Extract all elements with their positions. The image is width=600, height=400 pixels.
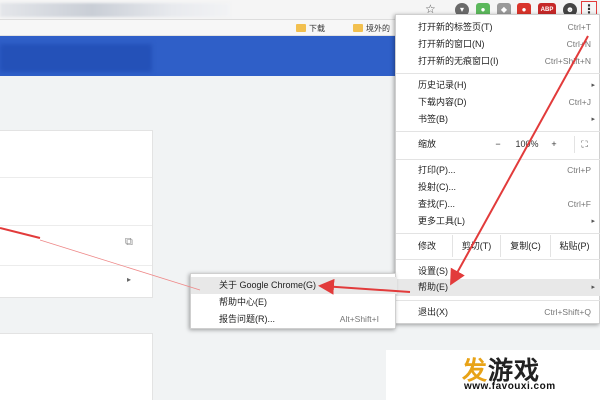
- menu-settings[interactable]: 设置(S): [396, 263, 600, 280]
- chevron-right-icon: ▸: [591, 284, 595, 291]
- menu-divider: [396, 300, 600, 301]
- card-row[interactable]: ▸: [0, 265, 152, 299]
- menu-zoom-row: 缩放 − 100% + ⛶: [396, 136, 600, 154]
- card-row[interactable]: ⧉: [0, 225, 152, 265]
- settings-card: ⧉ ▸: [0, 130, 153, 298]
- cut-button[interactable]: 剪切(T): [452, 235, 500, 257]
- menu-find[interactable]: 查找(F)... Ctrl+F: [396, 196, 600, 213]
- settings-card-lower: [0, 333, 153, 400]
- bookmark-download[interactable]: 下载: [296, 23, 325, 34]
- paste-button[interactable]: 粘贴(P): [550, 235, 598, 257]
- submenu-report-issue[interactable]: 报告问题(R)... Alt+Shift+I: [191, 311, 397, 328]
- chrome-main-menu: 打开新的标签页(T) Ctrl+T 打开新的窗口(N) Ctrl+N 打开新的无痕窗…: [395, 14, 600, 324]
- menu-new-window[interactable]: 打开新的窗口(N) Ctrl+N: [396, 36, 600, 53]
- menu-divider: [396, 73, 600, 74]
- zoom-level: 100%: [515, 139, 539, 149]
- chevron-right-icon: ▸: [127, 275, 132, 284]
- card-row[interactable]: [0, 177, 152, 225]
- folder-icon: [296, 24, 306, 32]
- menu-print[interactable]: 打印(P)... Ctrl+P: [396, 162, 600, 179]
- address-bar-blurred[interactable]: [0, 3, 230, 17]
- menu-cast[interactable]: 投射(C)...: [396, 179, 600, 196]
- chevron-right-icon: ▸: [591, 218, 595, 225]
- menu-divider: [396, 159, 600, 160]
- copy-button[interactable]: 复制(C): [500, 235, 550, 257]
- page-header: [0, 36, 395, 76]
- watermark-url: www.favouxi.com: [464, 381, 556, 392]
- folder-icon: [353, 24, 363, 32]
- menu-downloads[interactable]: 下载内容(D) Ctrl+J: [396, 94, 600, 111]
- menu-more-tools[interactable]: 更多工具(L) ▸: [396, 213, 600, 230]
- menu-new-incognito[interactable]: 打开新的无痕窗口(I) Ctrl+Shift+N: [396, 53, 600, 70]
- menu-divider: [396, 233, 600, 234]
- submenu-about-chrome[interactable]: 关于 Google Chrome(G): [191, 277, 397, 294]
- menu-divider: [396, 259, 600, 260]
- menu-divider: [396, 131, 600, 132]
- bookmark-overseas[interactable]: 境外的: [353, 23, 390, 34]
- open-external-icon[interactable]: ⧉: [125, 236, 133, 249]
- chevron-right-icon: ▸: [591, 82, 595, 89]
- menu-edit-row: 修改 剪切(T) 复制(C) 粘贴(P): [396, 235, 600, 257]
- fullscreen-icon[interactable]: ⛶: [574, 136, 594, 153]
- menu-bookmarks[interactable]: 书签(B) ▸: [396, 111, 600, 128]
- zoom-in-button[interactable]: +: [546, 136, 562, 153]
- menu-new-tab[interactable]: 打开新的标签页(T) Ctrl+T: [396, 19, 600, 36]
- menu-exit[interactable]: 退出(X) Ctrl+Shift+Q: [396, 304, 600, 321]
- zoom-out-button[interactable]: −: [488, 136, 508, 153]
- submenu-help-center[interactable]: 帮助中心(E): [191, 294, 397, 311]
- menu-history[interactable]: 历史记录(H) ▸: [396, 77, 600, 94]
- help-submenu: 关于 Google Chrome(G) 帮助中心(E) 报告问题(R)... Al…: [190, 273, 397, 329]
- menu-help[interactable]: 帮助(E) ▸: [396, 279, 600, 296]
- bookmarks-bar: 下载 境外的: [0, 20, 395, 36]
- chevron-right-icon: ▸: [591, 116, 595, 123]
